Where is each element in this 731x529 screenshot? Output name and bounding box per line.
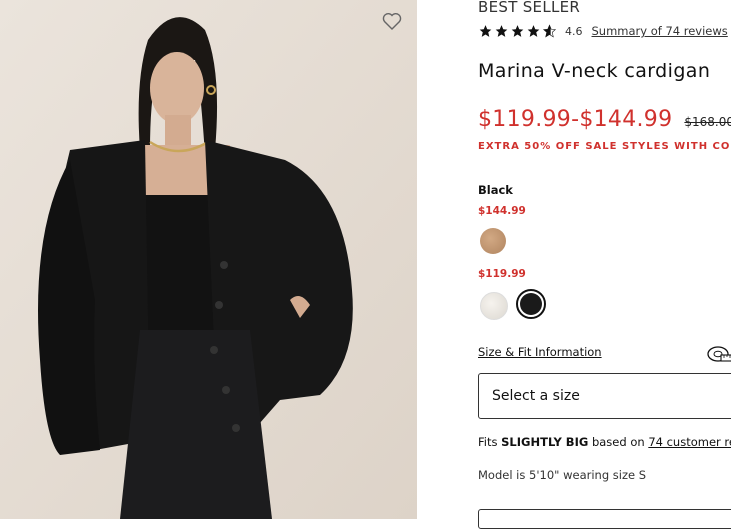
customer-reviews-link[interactable]: 74 customer rev: [648, 435, 731, 449]
best-seller-badge: BEST SELLER: [478, 0, 581, 16]
color-swatch-tan[interactable]: [480, 228, 506, 254]
original-price: $168.00: [684, 115, 731, 129]
color-swatch-black-fill: [520, 293, 542, 315]
star-icon: [479, 25, 492, 37]
selected-color-name: Black: [478, 183, 513, 197]
reviews-summary-link[interactable]: Summary of 74 reviews: [592, 24, 728, 38]
color-group-price-1: $144.99: [478, 205, 526, 217]
star-icon: [527, 25, 540, 37]
quantity-or-add-to-bag-box[interactable]: [478, 509, 731, 529]
product-title: Marina V-neck cardigan: [478, 60, 711, 82]
size-fit-info-link[interactable]: Size & Fit Information: [478, 345, 602, 359]
fit-summary: Fits SLIGHTLY BIG based on 74 customer r…: [478, 435, 731, 449]
half-star-icon: [542, 24, 557, 38]
fit-prefix: Fits: [478, 435, 502, 449]
sale-price-range: $119.99-$144.99: [478, 107, 673, 132]
color-swatch-black-selected[interactable]: [516, 289, 546, 319]
measuring-tape-icon[interactable]: [705, 344, 731, 362]
fit-value: SLIGHTLY BIG: [501, 435, 589, 449]
price-row: $119.99-$144.99 $168.00: [478, 107, 731, 132]
star-icon: [495, 25, 508, 37]
product-image[interactable]: [0, 0, 417, 519]
rating-value: 4.6: [565, 24, 583, 38]
promo-message: EXTRA 50% OFF SALE STYLES WITH CODE I: [478, 141, 731, 152]
model-photo: [0, 0, 417, 519]
product-details: BEST SELLER 4.6 Summary of 74 reviews Ma…: [478, 0, 731, 529]
color-group-price-2: $119.99: [478, 268, 526, 280]
fit-middle: based on: [588, 435, 649, 449]
model-size-note: Model is 5'10" wearing size S: [478, 468, 647, 482]
star-rating: [478, 24, 557, 38]
favorite-heart-icon[interactable]: [379, 9, 405, 33]
size-select[interactable]: Select a size: [478, 373, 731, 419]
rating-row: 4.6 Summary of 74 reviews: [478, 24, 728, 38]
color-swatch-ivory[interactable]: [480, 292, 508, 320]
star-icon: [511, 25, 524, 37]
